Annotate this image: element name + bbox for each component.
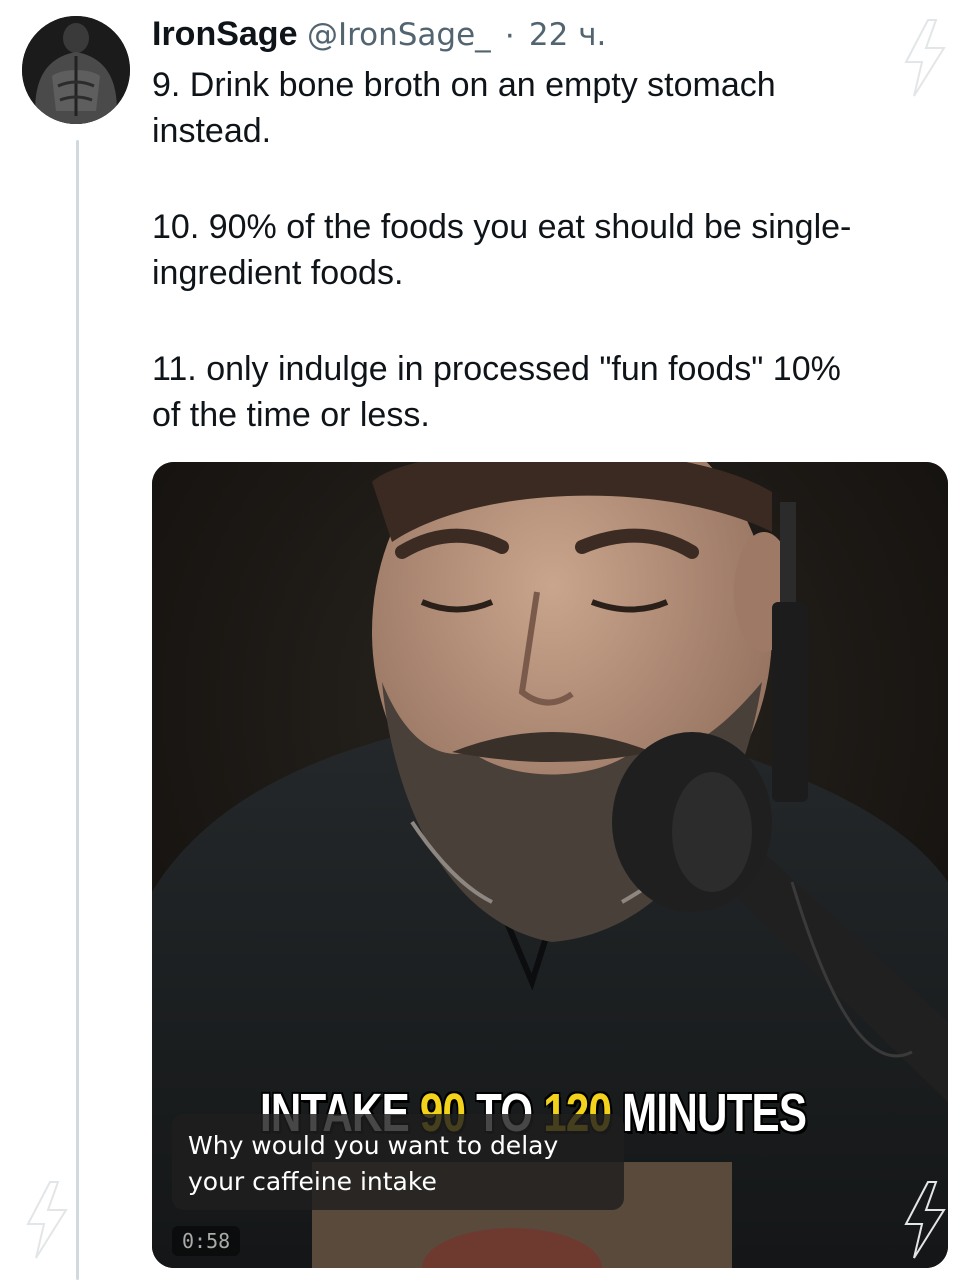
lightning-bolt-icon: [904, 19, 946, 97]
avatar-image: [22, 16, 130, 124]
header-separator: ·: [504, 15, 516, 53]
tweet-text: 9. Drink bone broth on an empty stomach …: [152, 62, 942, 488]
tweet-timestamp[interactable]: 22 ч.: [529, 17, 606, 53]
tweet-paragraph: 10. 90% of the foods you eat should be s…: [152, 208, 852, 292]
caption-word: MINUTES: [611, 1083, 807, 1143]
avatar[interactable]: [22, 16, 130, 124]
video-duration: 0:58: [172, 1226, 241, 1256]
subtitle-text: Why would you want to delay your caffein…: [188, 1131, 559, 1196]
lightning-bolt-icon: [904, 1181, 946, 1259]
tweet-paragraph: 11. only indulge in processed "fun foods…: [152, 350, 841, 434]
author-name[interactable]: IronSage: [152, 15, 297, 53]
video-player[interactable]: INTAKE 90 TO 120 MINUTES Why would you w…: [152, 462, 948, 1268]
tweet-header: IronSage @IronSage_ · 22 ч.: [152, 14, 606, 55]
subtitle-box: Why would you want to delay your caffein…: [172, 1114, 624, 1210]
author-handle[interactable]: @IronSage_: [307, 17, 491, 53]
lightning-bolt-icon: [26, 1181, 68, 1259]
thread-line: [76, 140, 79, 1280]
tweet-paragraph: 9. Drink bone broth on an empty stomach …: [152, 66, 776, 150]
